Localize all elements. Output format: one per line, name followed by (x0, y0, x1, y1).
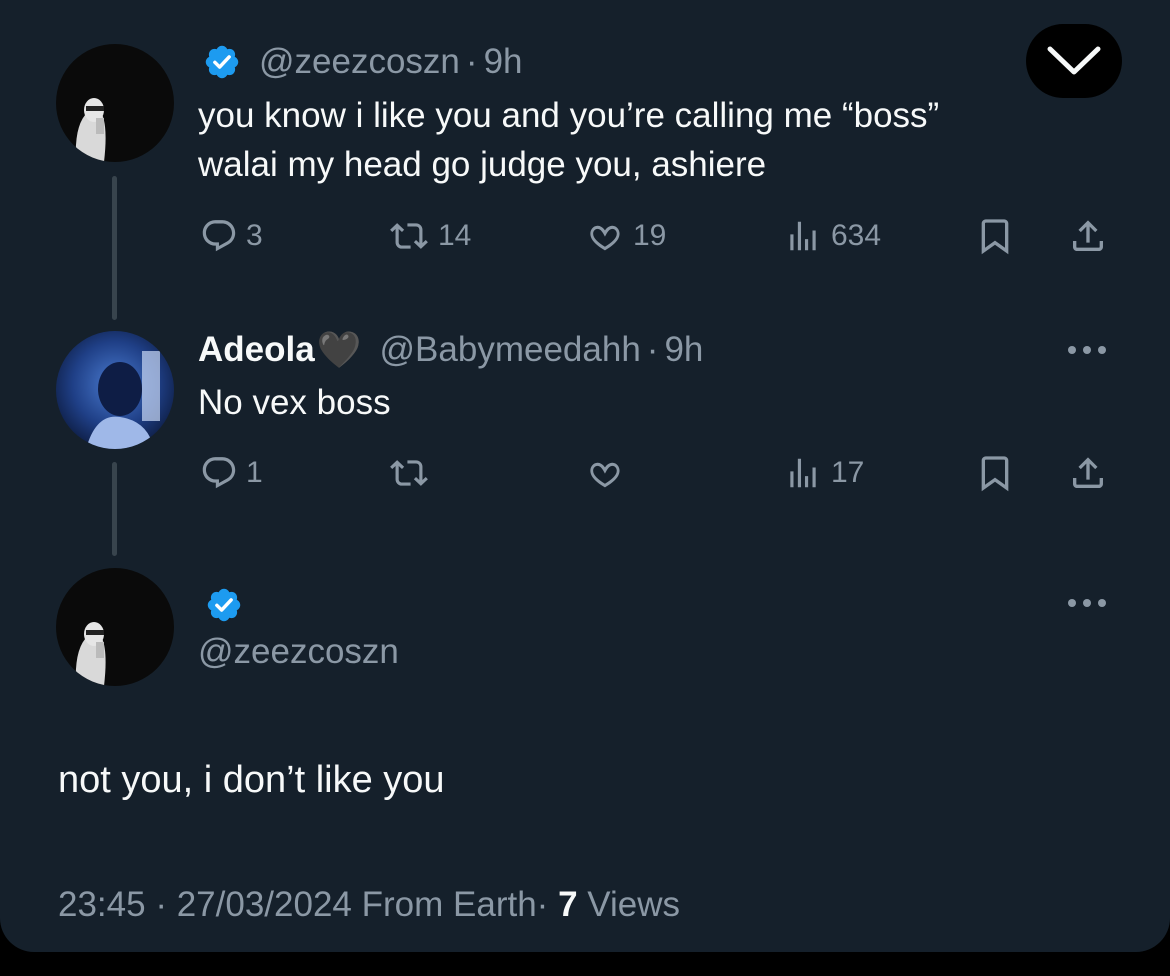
tweet3-views-label: Views (587, 885, 680, 924)
retweet-button[interactable] (388, 451, 430, 495)
chevron-down-icon (1047, 46, 1101, 75)
retweet-button[interactable]: 14 (388, 214, 471, 258)
like-icon (590, 225, 620, 251)
bookmark-icon (981, 219, 1009, 255)
tweet3-text: not you, i don’t like you (58, 759, 445, 801)
thread-line (112, 176, 117, 320)
bookmark-icon (981, 456, 1009, 492)
like-count: 19 (633, 219, 667, 252)
like-button[interactable]: 19 (585, 214, 666, 258)
verified-badge-icon (207, 588, 241, 622)
tweet2-display-name[interactable]: Adeola (198, 330, 315, 370)
reply-icon (202, 220, 236, 252)
thread-line (112, 462, 117, 556)
tweet1-text-line2: walai my head go judge you, ashiere (198, 145, 767, 184)
views-button[interactable]: 634 (783, 214, 881, 258)
tweet3-views-count: 7 (558, 885, 578, 924)
tweet2-header: Adeola 🖤 @Babymeedahh · 9h (198, 329, 703, 371)
tweet1-dot: · (465, 42, 478, 81)
tweet1-handle[interactable]: @zeezcoszn (259, 42, 460, 82)
share-icon (1073, 457, 1103, 488)
reply-icon (202, 457, 236, 489)
tweet3-source: From Earth (361, 885, 537, 924)
like-icon (590, 462, 620, 488)
share-button[interactable] (1068, 214, 1108, 258)
retweet-icon (390, 223, 428, 249)
reply-count: 1 (246, 456, 263, 489)
avatar-zeezcoszn[interactable] (56, 568, 174, 686)
like-button[interactable] (585, 451, 625, 495)
share-button[interactable] (1068, 451, 1108, 495)
views-icon (790, 458, 816, 488)
tweet3-footer: 23:45 · 27/03/2024 From Earth· 7 Views (58, 885, 680, 925)
more-icon (1068, 599, 1106, 607)
more-button[interactable] (1066, 591, 1108, 620)
reply-button[interactable]: 1 (200, 451, 263, 495)
retweet-icon (390, 460, 428, 486)
views-count: 634 (831, 219, 882, 252)
tweet1-time[interactable]: 9h (484, 42, 523, 82)
bookmark-button[interactable] (975, 451, 1015, 495)
avatar-zeezcoszn[interactable] (56, 44, 174, 162)
reply-button[interactable]: 3 (200, 214, 263, 258)
avatar-babymeedahh[interactable] (56, 331, 174, 449)
tweet3-verified (205, 586, 243, 629)
bookmark-button[interactable] (975, 214, 1015, 258)
footer-dot: · (155, 885, 167, 924)
views-icon (790, 221, 816, 251)
footer-dot: · (536, 885, 549, 924)
reply-count: 3 (246, 219, 263, 252)
collapse-button[interactable] (1026, 24, 1122, 98)
tweet1-text-line1: you know i like you and you’re calling m… (198, 96, 940, 135)
views-count: 17 (831, 456, 865, 489)
more-icon (1068, 346, 1106, 354)
tweet2-dot: · (646, 330, 659, 369)
tweet2-time[interactable]: 9h (664, 330, 703, 370)
tweet2-text: No vex boss (198, 383, 391, 422)
tweet3-date[interactable]: 27/03/2024 (177, 885, 352, 924)
tweet2-handle[interactable]: @Babymeedahh (380, 330, 641, 370)
views-button[interactable]: 17 (783, 451, 864, 495)
share-icon (1073, 220, 1103, 251)
tweet3-time[interactable]: 23:45 (58, 885, 146, 924)
tweet1-header: @zeezcoszn · 9h (203, 42, 523, 82)
retweet-count: 14 (438, 219, 472, 252)
black-heart-emoji: 🖤 (316, 329, 362, 370)
tweet-thread-card: @zeezcoszn · 9h you know i like you and … (0, 0, 1170, 952)
verified-badge-icon (205, 45, 239, 79)
more-button[interactable] (1066, 338, 1108, 367)
tweet3-handle[interactable]: @zeezcoszn (198, 632, 399, 672)
